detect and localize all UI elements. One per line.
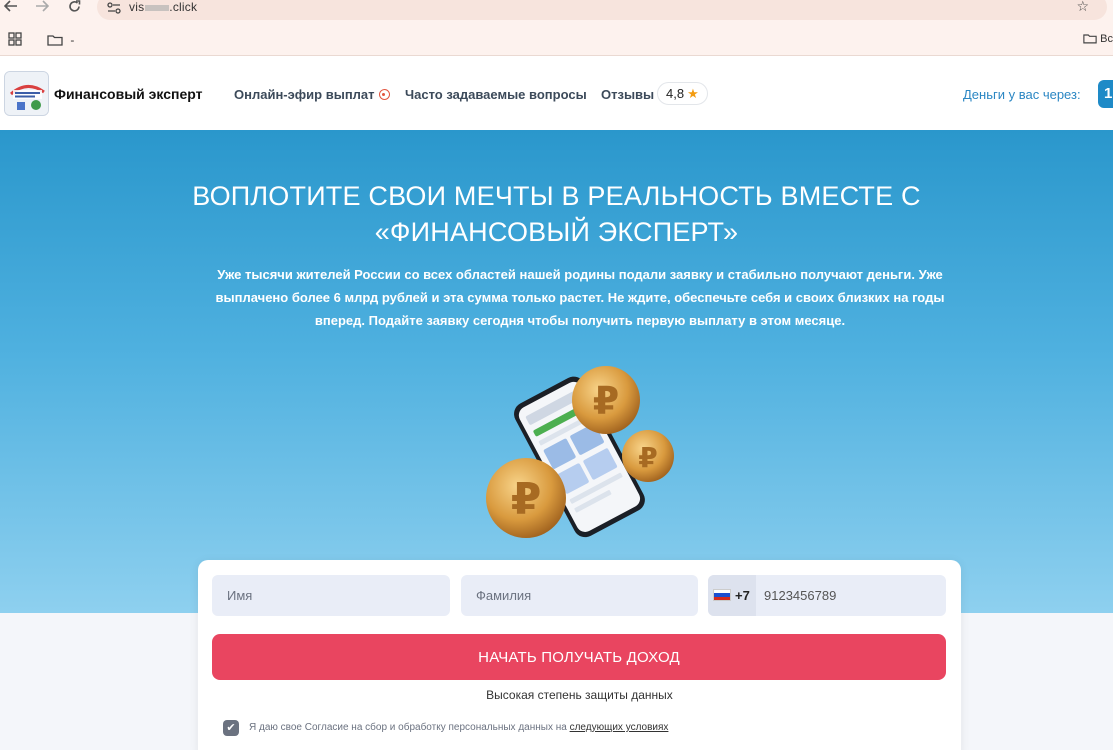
russia-flag-icon (713, 589, 731, 601)
phone-coins-illustration: ₽ ₽ ₽ (486, 366, 674, 538)
phone-country-select[interactable]: +7 (708, 575, 756, 616)
bookmark-folder-right[interactable]: Вс (1083, 33, 1113, 45)
signup-form: +7 НАЧАТЬ ПОЛУЧАТЬ ДОХОД Высокая степень… (198, 560, 961, 750)
address-bar[interactable]: vis .click ☆ (97, 0, 1107, 20)
first-name-input[interactable] (212, 575, 450, 616)
bookmark-star-icon[interactable]: ☆ (1076, 0, 1089, 15)
apps-grid-icon[interactable] (8, 32, 22, 46)
data-protection-note: Высокая степень защиты данных (486, 688, 673, 702)
nav-reviews[interactable]: Отзывы (601, 87, 654, 102)
nav-live-payouts[interactable]: Онлайн-эфир выплат (234, 87, 390, 102)
nav-live-label: Онлайн-эфир выплат (234, 87, 375, 102)
reload-icon[interactable] (65, 0, 83, 16)
svg-text:₽: ₽ (593, 379, 619, 423)
site-info-icon[interactable] (107, 1, 121, 14)
brand-logo[interactable] (4, 71, 49, 116)
brand-name[interactable]: Финансовый эксперт (54, 86, 202, 102)
phone-field[interactable]: +7 (708, 575, 946, 616)
site-header: Финансовый эксперт Онлайн-эфир выплат Ча… (0, 56, 1113, 130)
rating-badge: 4,8 ★ (657, 82, 708, 105)
phone-prefix-code: +7 (735, 588, 750, 603)
back-arrow-icon[interactable] (2, 0, 20, 16)
bookmark-folder[interactable]: - (47, 33, 74, 47)
phone-input[interactable] (756, 575, 946, 616)
url-text: vis .click (129, 0, 198, 14)
hero-title: ВОПЛОТИТЕ СВОИ МЕЧТЫ В РЕАЛЬНОСТЬ ВМЕСТЕ… (192, 181, 921, 247)
rating-value: 4,8 (666, 86, 685, 101)
start-earning-button[interactable]: НАЧАТЬ ПОЛУЧАТЬ ДОХОД (212, 634, 946, 680)
folder-icon (47, 35, 63, 46)
consent-checkbox[interactable]: ✔ (223, 720, 239, 736)
bookmark-folder-label: - (70, 33, 75, 47)
live-indicator-icon (378, 89, 390, 100)
svg-text:₽: ₽ (638, 441, 657, 474)
forward-arrow-icon[interactable] (33, 0, 51, 16)
consent-text: Я даю свое Согласие на сбор и обработку … (249, 722, 567, 733)
hero-subtitle: Уже тысячи жителей России со всех област… (215, 267, 945, 328)
svg-text:₽: ₽ (511, 474, 542, 525)
consent-label: Я даю свое Согласие на сбор и обработку … (249, 722, 668, 733)
money-timer-value: 1 (1098, 80, 1113, 108)
consent-terms-link[interactable]: следующих условиях (570, 722, 669, 733)
checkbox-check-icon: ✔ (226, 722, 236, 734)
last-name-input[interactable] (461, 575, 698, 616)
rating-star-icon: ★ (687, 86, 699, 101)
hero-section: ВОПЛОТИТЕ СВОИ МЕЧТЫ В РЕАЛЬНОСТЬ ВМЕСТЕ… (0, 130, 1113, 613)
money-timer-label: Деньги у вас через: (963, 87, 1081, 102)
bookmark-right-label: Вс (1100, 33, 1113, 45)
bookmarks-bar: - Вс (0, 22, 1113, 56)
nav-faq[interactable]: Часто задаваемые вопросы (405, 87, 587, 102)
browser-toolbar: vis .click ☆ (0, 0, 1113, 22)
